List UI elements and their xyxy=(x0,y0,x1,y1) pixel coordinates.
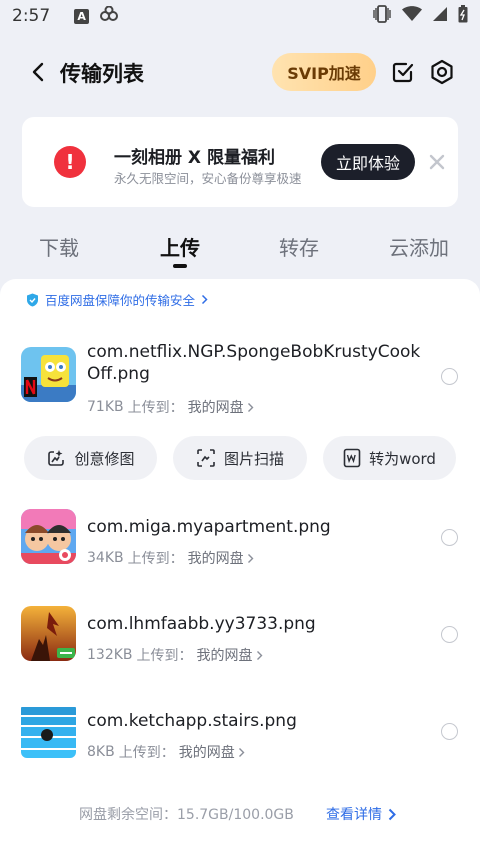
status-time: 2:57 xyxy=(12,6,51,26)
select-radio[interactable] xyxy=(441,626,458,643)
image-scan-button[interactable]: 图片扫描 xyxy=(173,436,307,480)
vibrate-icon xyxy=(372,4,392,28)
gear-icon xyxy=(431,59,453,85)
select-radio[interactable] xyxy=(441,723,458,740)
back-button[interactable] xyxy=(24,58,52,86)
chevron-left-icon xyxy=(32,62,44,82)
banner-subtitle: 永久无限空间，安心备份尊享极速 xyxy=(114,171,302,186)
file-name: com.miga.myapartment.png xyxy=(87,517,331,537)
scan-icon xyxy=(197,449,215,467)
chevron-right-icon xyxy=(247,402,254,412)
tab-bar: 下载 上传 转存 云添加 xyxy=(0,228,480,272)
shield-icon xyxy=(27,293,38,306)
select-button[interactable] xyxy=(389,58,417,86)
file-name: com.netflix.NGP.SpongeBobKrustyCookOff.p… xyxy=(87,342,421,384)
upload-list-panel: 百度网盘保障你的传输安全 com.netflix.NGP.SpongeBobKr… xyxy=(0,279,480,853)
tab-upload[interactable]: 上传 xyxy=(160,232,200,261)
file-thumbnail xyxy=(21,509,76,564)
chevron-right-icon xyxy=(247,553,254,563)
destination-link[interactable]: 我的网盘 xyxy=(179,742,235,762)
creative-edit-button[interactable]: 创意修图 xyxy=(24,436,157,480)
banner-close-button[interactable] xyxy=(426,151,448,173)
battery-icon xyxy=(458,4,468,28)
file-size: 34KB xyxy=(87,550,124,566)
tab-cloud-add[interactable]: 云添加 xyxy=(389,232,449,261)
upload-to-label: 上传到： xyxy=(127,400,184,416)
status-bar: 2:57 A xyxy=(0,0,480,32)
safe-notice[interactable]: 百度网盘保障你的传输安全 xyxy=(26,290,208,309)
signal-icon xyxy=(432,6,448,27)
file-meta: 8KB 上传到： 我的网盘 xyxy=(87,742,245,762)
upload-to-label: 上传到： xyxy=(118,745,175,761)
destination-link[interactable]: 我的网盘 xyxy=(197,645,253,665)
chevron-right-icon xyxy=(256,650,263,660)
destination-link[interactable]: 我的网盘 xyxy=(188,397,244,417)
select-radio[interactable] xyxy=(441,529,458,546)
image-scan-label: 图片扫描 xyxy=(223,449,284,468)
header: 传输列表 SVIP加速 xyxy=(0,48,480,96)
word-icon xyxy=(343,448,361,468)
file-meta: 132KB 上传到： 我的网盘 xyxy=(87,645,263,665)
try-now-button[interactable]: 立即体验 xyxy=(321,144,415,180)
storage-info: 网盘剩余空间：15.7GB/100.0GB xyxy=(79,807,294,823)
tab-transfer[interactable]: 转存 xyxy=(279,232,319,261)
file-meta: 71KB 上传到： 我的网盘 xyxy=(87,397,254,417)
file-name: com.lhmfaabb.yy3733.png xyxy=(87,614,316,634)
convert-word-button[interactable]: 转为word xyxy=(323,436,456,480)
safe-notice-text: 百度网盘保障你的传输安全 xyxy=(45,293,196,308)
promo-banner[interactable]: ! 一刻相册 X 限量福利 永久无限空间，安心备份尊享极速 立即体验 xyxy=(22,117,458,207)
settings-button[interactable] xyxy=(428,58,456,86)
quick-actions: 创意修图 图片扫描 转为word xyxy=(24,436,456,480)
tab-download[interactable]: 下载 xyxy=(39,232,79,261)
magic-edit-icon xyxy=(48,450,65,466)
upload-to-label: 上传到： xyxy=(127,551,184,567)
close-icon xyxy=(429,154,445,170)
alert-icon: ! xyxy=(54,146,86,178)
banner-title: 一刻相册 X 限量福利 xyxy=(114,148,275,168)
creative-edit-label: 创意修图 xyxy=(74,449,135,468)
checkbox-icon xyxy=(392,62,414,83)
a-square-icon: A xyxy=(74,8,90,24)
chevron-right-icon xyxy=(238,747,245,757)
file-size: 132KB xyxy=(87,647,133,663)
file-thumbnail xyxy=(21,703,76,758)
link-icon xyxy=(99,5,119,27)
file-name: com.ketchapp.stairs.png xyxy=(87,711,297,731)
chevron-right-icon xyxy=(388,808,396,820)
file-thumbnail xyxy=(21,347,76,402)
file-meta: 34KB 上传到： 我的网盘 xyxy=(87,548,254,568)
file-size: 71KB xyxy=(87,399,124,415)
upload-to-label: 上传到： xyxy=(136,648,193,664)
view-details-label: 查看详情 xyxy=(326,807,382,823)
convert-word-label: 转为word xyxy=(369,449,436,468)
svip-speedup-button[interactable]: SVIP加速 xyxy=(272,53,376,91)
destination-link[interactable]: 我的网盘 xyxy=(188,548,244,568)
wifi-icon xyxy=(402,5,422,27)
file-size: 8KB xyxy=(87,744,115,760)
active-tab-indicator xyxy=(173,264,187,268)
page-title: 传输列表 xyxy=(60,62,144,86)
file-thumbnail xyxy=(21,606,76,661)
select-radio[interactable] xyxy=(441,368,458,385)
view-details-link[interactable]: 查看详情 xyxy=(326,804,396,824)
chevron-right-icon xyxy=(201,294,208,305)
